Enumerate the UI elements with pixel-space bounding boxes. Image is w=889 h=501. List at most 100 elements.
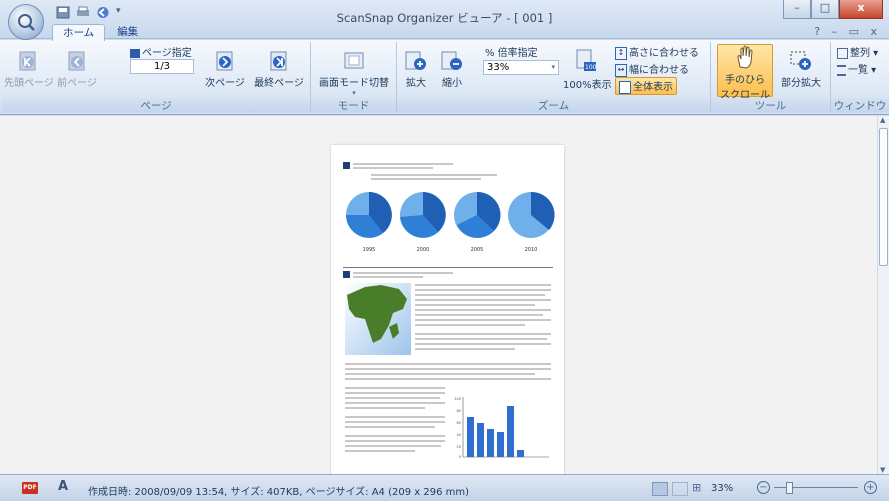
tab-home[interactable]: ホーム <box>52 24 106 41</box>
pie-chart-2010 <box>508 191 555 238</box>
fit-all-icon <box>619 80 631 94</box>
list-button[interactable]: 一覧 ▾ <box>837 61 876 76</box>
goto-page-button[interactable]: ページ指定 <box>130 44 192 59</box>
bar <box>477 423 484 457</box>
vertical-scrollbar[interactable]: ▲ ▼ <box>877 116 889 474</box>
pie-chart-2000 <box>400 192 446 238</box>
first-page-icon <box>19 51 36 71</box>
fit-width-label: 幅に合わせる <box>629 65 689 76</box>
text-line <box>345 373 535 375</box>
screen-mode-button[interactable]: 画面モード切替 ▾ <box>315 50 393 97</box>
world-map-image <box>345 283 411 355</box>
view-single-icon[interactable] <box>652 482 668 496</box>
title-bar: ▾ ScanSnap Organizer ビューア - [ 001 ] – □ … <box>0 0 889 41</box>
document-info: 作成日時: 2008/09/09 13:54, サイズ: 407KB, ページサ… <box>88 487 469 498</box>
zoom-out-label: 縮小 <box>442 78 462 89</box>
pie-year-label: 2005 <box>471 247 484 253</box>
text-line <box>415 338 547 340</box>
next-page-icon <box>216 51 233 71</box>
text-line <box>415 324 525 326</box>
zoom-slider[interactable] <box>774 482 858 494</box>
arrange-button[interactable]: 整列 ▾ <box>837 44 878 59</box>
scroll-up-icon[interactable]: ▲ <box>880 116 885 124</box>
zoom-percent-label: % 倍率指定 <box>485 48 538 59</box>
zoom-percent-status: 33% <box>711 483 734 494</box>
zoom-percent-select[interactable]: 33% ▾ <box>483 60 559 75</box>
next-page-button[interactable]: 次ページ <box>202 50 248 89</box>
text-line <box>415 289 551 291</box>
tab-edit[interactable]: 編集 <box>107 24 148 40</box>
svg-text:100: 100 <box>585 64 597 71</box>
ribbon: 先頭ページ 前ページ ページ指定 1/3 次ページ 最終ページ ページ 画面モー… <box>0 40 889 115</box>
app-menu-button[interactable] <box>8 4 44 40</box>
prev-page-button[interactable]: 前ページ <box>54 50 100 89</box>
fit-height-icon: ↕ <box>615 46 627 60</box>
zoom-group: 拡大 縮小 % 倍率指定 33% ▾ 100 100%表示 ↕ 高さに合わせる ↔… <box>397 42 711 112</box>
scroll-down-icon[interactable]: ▼ <box>880 466 885 474</box>
zoom-in-button[interactable]: 拡大 <box>401 50 431 89</box>
fit-height-button[interactable]: ↕ 高さに合わせる <box>615 44 699 60</box>
dropdown-icon: ▾ <box>551 63 555 71</box>
view-grid-icon[interactable]: ⊞ <box>692 481 701 494</box>
page-number-input[interactable]: 1/3 <box>130 59 194 74</box>
fit-all-button[interactable]: 全体表示 <box>615 77 677 95</box>
zoom-out-button[interactable]: 縮小 <box>437 50 467 89</box>
text-line <box>345 440 445 442</box>
pie-year-label: 2010 <box>525 247 538 253</box>
first-page-button[interactable]: 先頭ページ <box>4 50 54 89</box>
divider <box>343 267 553 268</box>
text-line <box>415 309 551 311</box>
scrollbar-thumb[interactable] <box>879 128 888 266</box>
goto-page-icon <box>130 48 140 58</box>
text-line <box>345 402 445 404</box>
text-line <box>345 445 441 447</box>
pdf-icon: PDF <box>22 482 38 494</box>
close-button[interactable]: x <box>839 0 883 19</box>
help-icon[interactable]: ? – ▭ x <box>814 25 881 38</box>
fit-width-button[interactable]: ↔ 幅に合わせる <box>615 61 689 77</box>
view-double-icon[interactable] <box>672 482 688 496</box>
status-bar: PDF A 作成日時: 2008/09/09 13:54, サイズ: 407KB… <box>0 474 889 501</box>
zoom-slider-thumb[interactable] <box>786 482 793 494</box>
partial-zoom-button[interactable]: 部分拡大 <box>777 50 825 89</box>
text-line <box>371 178 481 180</box>
prev-page-icon <box>68 51 85 71</box>
zoom-100-button[interactable]: 100 100%表示 <box>563 48 612 91</box>
screen-mode-label: 画面モード切替 <box>319 78 389 89</box>
zoom-in-status-icon[interactable]: + <box>864 481 877 494</box>
bar-chart-thumbnail: 100 80 60 40 20 0 <box>454 397 549 459</box>
text-line <box>371 174 497 176</box>
text-line <box>345 368 551 370</box>
zoom-percent-value: 33% <box>487 62 510 73</box>
pie-year-label: 1995 <box>363 247 376 253</box>
text-line <box>345 387 445 389</box>
pie-row: 1995 2000 2005 2010 <box>346 191 555 253</box>
last-page-button[interactable]: 最終ページ <box>252 50 306 89</box>
next-page-label: 次ページ <box>205 78 245 89</box>
tool-group-label: ツール <box>711 98 830 112</box>
zoom-100-icon: 100 <box>576 49 597 71</box>
text-line <box>415 314 543 316</box>
text-line <box>353 167 433 169</box>
bar-axis-tick: 20 <box>457 445 461 449</box>
fit-all-label: 全体表示 <box>633 82 673 93</box>
hand-scroll-button[interactable]: 手のひら スクロール <box>717 44 773 101</box>
minimize-button[interactable]: – <box>783 0 811 19</box>
text-line <box>345 378 551 380</box>
tool-group: 手のひら スクロール 部分拡大 ツール <box>711 42 831 112</box>
pie-chart-2005 <box>454 191 501 238</box>
maximize-button[interactable]: □ <box>811 0 839 19</box>
text-line <box>353 276 423 278</box>
mode-group-label: モード <box>311 98 396 112</box>
bar-axis-tick: 0 <box>459 455 461 459</box>
bar-axis-tick: 100 <box>454 397 461 401</box>
text-line <box>415 343 551 345</box>
text-line <box>345 450 415 452</box>
last-page-icon <box>270 51 287 71</box>
screen-mode-icon <box>344 52 364 69</box>
bar <box>487 429 494 457</box>
goto-page-label: ページ指定 <box>142 48 192 59</box>
zoom-100-label: 100%表示 <box>563 80 612 91</box>
bar <box>517 450 524 457</box>
zoom-out-status-icon[interactable]: − <box>757 481 770 494</box>
